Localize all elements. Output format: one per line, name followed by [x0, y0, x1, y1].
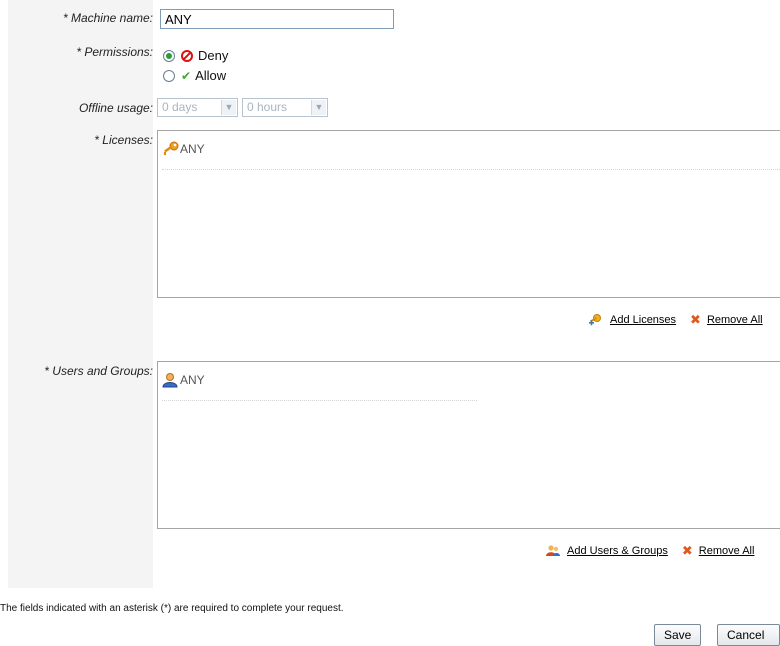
allow-label: Allow [195, 68, 227, 83]
cancel-button[interactable]: Cancel [717, 624, 780, 646]
licenses-actions: Add Licenses ✖ Remove All [588, 312, 763, 328]
user-group-item-text: ANY [180, 373, 205, 387]
user-icon [162, 373, 178, 388]
offline-hours-value: 0 hours [247, 100, 288, 114]
offline-days-select[interactable]: 0 days ▼ [157, 98, 238, 117]
add-license-icon [589, 314, 601, 326]
remove-icon: ✖ [681, 543, 693, 558]
permission-deny-option[interactable]: Deny [163, 48, 228, 63]
row-divider [162, 169, 780, 170]
license-item[interactable]: ANY [162, 141, 205, 157]
machine-name-label: * Machine name: [62, 11, 153, 25]
users-groups-actions: Add Users & Groups ✖ Remove All [545, 543, 754, 559]
remove-all-users-groups-link[interactable]: Remove All [699, 545, 755, 557]
check-icon: ✔ [181, 68, 192, 83]
offline-days-value: 0 days [162, 100, 198, 114]
row-divider [162, 400, 477, 401]
licenses-label: * Licenses: [94, 133, 153, 147]
required-fields-note: The fields indicated with an asterisk (*… [0, 603, 344, 614]
permissions-label: * Permissions: [76, 45, 153, 59]
deny-label: Deny [198, 48, 229, 63]
allow-radio[interactable] [163, 69, 175, 82]
key-icon [164, 141, 179, 155]
label-column: * Machine name: * Permissions: Offline u… [8, 0, 153, 588]
chevron-down-icon: ▼ [311, 100, 326, 115]
chevron-down-icon: ▼ [221, 100, 236, 115]
machine-name-input[interactable]: ANY [160, 9, 394, 29]
users-groups-label: * Users and Groups: [44, 364, 153, 378]
save-button[interactable]: Save [654, 624, 702, 646]
add-users-groups-icon [546, 545, 560, 556]
offline-usage-label: Offline usage: [78, 101, 153, 115]
permission-allow-option[interactable]: ✔ Allow [163, 68, 226, 83]
deny-icon [181, 49, 193, 62]
remove-icon: ✖ [690, 312, 701, 327]
user-group-item[interactable]: ANY [162, 372, 205, 388]
licenses-list[interactable]: ANY [157, 130, 780, 298]
add-users-groups-link[interactable]: Add Users & Groups [567, 545, 668, 557]
deny-radio[interactable] [163, 49, 175, 62]
remove-all-licenses-link[interactable]: Remove All [707, 314, 763, 326]
add-licenses-link[interactable]: Add Licenses [610, 314, 676, 326]
license-item-text: ANY [180, 142, 205, 156]
users-groups-list[interactable]: ANY [157, 361, 780, 529]
offline-hours-select[interactable]: 0 hours ▼ [242, 98, 328, 117]
